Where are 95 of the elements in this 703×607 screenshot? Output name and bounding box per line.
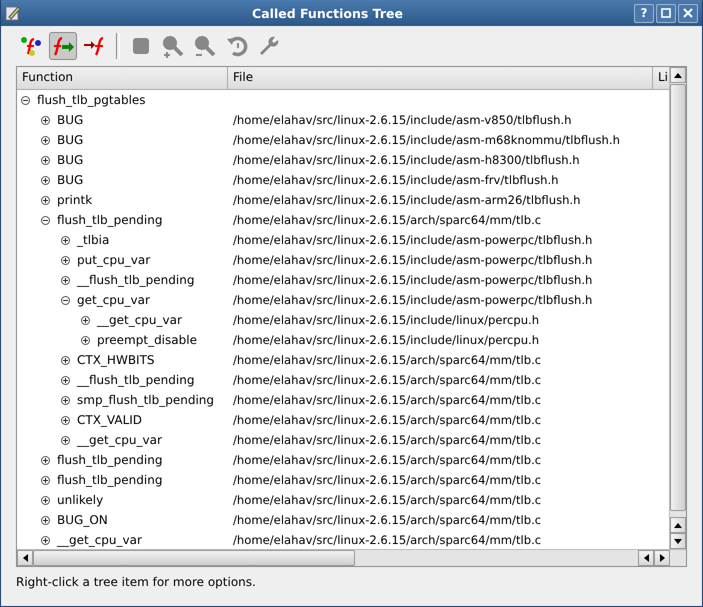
expand-icon[interactable] [41, 176, 50, 184]
file-path: /home/elahav/src/linux-2.6.15/arch/sparc64/mm/tlb.c [233, 373, 542, 387]
pencil-icon [5, 5, 21, 21]
function-name[interactable]: __flush_tlb_pending [77, 273, 194, 287]
function-name[interactable]: unlikely [57, 493, 104, 507]
file-path: /home/elahav/src/linux-2.6.15/arch/sparc64/mm/tlb.c [233, 353, 542, 367]
file-path: /home/elahav/src/linux-2.6.15/include/asm-powerpc/tlbflush.h [233, 293, 592, 307]
close-icon [683, 8, 693, 18]
scroll-right-button[interactable] [654, 550, 670, 566]
scroll-thumb[interactable] [670, 84, 686, 511]
file-path: /home/elahav/src/linux-2.6.15/include/asm-powerpc/tlbflush.h [233, 253, 592, 267]
scroll-down-button[interactable] [670, 533, 686, 549]
collapse-icon[interactable] [41, 216, 50, 224]
file-path: /home/elahav/src/linux-2.6.15/include/linux/percpu.h [233, 333, 540, 347]
collapse-icon[interactable] [21, 96, 30, 104]
file-path: /home/elahav/src/linux-2.6.15/include/asm-v850/tlbflush.h [233, 113, 572, 127]
scroll-thumb[interactable] [33, 550, 355, 566]
expand-icon[interactable] [61, 356, 70, 364]
function-name[interactable]: flush_tlb_pending [57, 473, 162, 487]
maximize-button[interactable] [656, 4, 676, 22]
function-name[interactable]: BUG [57, 133, 84, 147]
expand-icon[interactable] [41, 496, 50, 504]
function-name[interactable]: BUG [57, 153, 84, 167]
function-name[interactable]: smp_flush_tlb_pending [77, 393, 214, 407]
function-name[interactable]: BUG [57, 173, 84, 187]
up-triangle-icon [674, 522, 682, 528]
maximize-icon [661, 8, 671, 18]
function-name[interactable]: __get_cpu_var [97, 313, 182, 327]
function-name[interactable]: __get_cpu_var [77, 433, 162, 447]
function-name[interactable]: CTX_VALID [77, 413, 142, 427]
function-name[interactable]: put_cpu_var [77, 253, 150, 267]
file-path: /home/elahav/src/linux-2.6.15/arch/sparc64/mm/tlb.c [233, 393, 542, 407]
function-name[interactable]: printk [57, 193, 92, 207]
file-path: /home/elahav/src/linux-2.6.15/include/asm-frv/tlbflush.h [233, 173, 559, 187]
file-path: /home/elahav/src/linux-2.6.15/include/asm-h8300/tlbflush.h [233, 153, 580, 167]
left-triangle-icon [22, 554, 28, 562]
function-name[interactable]: _tlbia [77, 233, 110, 247]
expand-icon[interactable] [61, 276, 70, 284]
function-name[interactable]: flush_tlb_pgtables [37, 93, 146, 107]
column-header[interactable]: Function [17, 67, 228, 89]
file-path: /home/elahav/src/linux-2.6.15/arch/sparc64/mm/tlb.c [233, 413, 542, 427]
file-path: /home/elahav/src/linux-2.6.15/arch/sparc64/mm/tlb.c [233, 533, 542, 547]
file-path: /home/elahav/src/linux-2.6.15/include/asm-powerpc/tlbflush.h [233, 273, 592, 287]
file-path: /home/elahav/src/linux-2.6.15/include/asm-powerpc/tlbflush.h [233, 233, 592, 247]
function-name[interactable]: flush_tlb_pending [57, 213, 162, 227]
expand-icon[interactable] [41, 536, 50, 544]
function-name[interactable]: CTX_HWBITS [77, 353, 155, 367]
window-title: Called Functions Tree [251, 6, 404, 20]
function-name[interactable]: __flush_tlb_pending [77, 373, 194, 387]
vertical-scrollbar[interactable] [669, 67, 686, 549]
expand-icon[interactable] [41, 516, 50, 524]
file-path: /home/elahav/src/linux-2.6.15/arch/sparc64/mm/tlb.c [233, 513, 542, 527]
function-name[interactable]: preempt_disable [97, 333, 197, 347]
down-triangle-icon [674, 538, 682, 544]
expand-icon[interactable] [81, 316, 90, 324]
close-button[interactable] [678, 4, 698, 22]
horizontal-scrollbar[interactable] [17, 549, 686, 566]
expand-icon[interactable] [61, 416, 70, 424]
expand-icon[interactable] [61, 236, 70, 244]
function-name[interactable]: get_cpu_var [77, 293, 150, 307]
file-path: /home/elahav/src/linux-2.6.15/include/asm-arm26/tlbflush.h [233, 193, 581, 207]
column-header[interactable]: Li [653, 67, 669, 89]
function-name[interactable]: BUG [57, 113, 84, 127]
expand-icon[interactable] [81, 336, 90, 344]
file-path: /home/elahav/src/linux-2.6.15/include/asm-m68knommu/tlbflush.h [233, 133, 620, 147]
up-triangle-icon [674, 72, 682, 78]
file-path: /home/elahav/src/linux-2.6.15/arch/sparc64/mm/tlb.c [233, 453, 542, 467]
expand-icon[interactable] [61, 256, 70, 264]
function-name[interactable]: __get_cpu_var [57, 533, 142, 547]
expand-icon[interactable] [61, 436, 70, 444]
function-name[interactable]: BUG_ON [57, 513, 108, 527]
expand-icon[interactable] [61, 396, 70, 404]
scroll-up-button[interactable] [670, 517, 686, 533]
collapse-icon[interactable] [61, 296, 70, 304]
file-path: /home/elahav/src/linux-2.6.15/arch/sparc64/mm/tlb.c [233, 433, 542, 447]
expand-icon[interactable] [41, 476, 50, 484]
scroll-left-button[interactable] [638, 550, 654, 566]
scroll-up-button[interactable] [670, 67, 686, 83]
expand-icon[interactable] [61, 376, 70, 384]
function-name[interactable]: flush_tlb_pending [57, 453, 162, 467]
expand-icon[interactable] [41, 456, 50, 464]
expand-icon[interactable] [41, 156, 50, 164]
expand-icon[interactable] [41, 116, 50, 124]
status-text: Right-click a tree item for more options. [16, 574, 257, 589]
scroll-left-button[interactable] [17, 550, 33, 566]
left-triangle-icon [644, 554, 648, 562]
help-button[interactable]: ? [634, 4, 654, 22]
file-path: /home/elahav/src/linux-2.6.15/arch/sparc64/mm/tlb.c [233, 213, 542, 227]
expand-icon[interactable] [41, 196, 50, 204]
file-path: /home/elahav/src/linux-2.6.15/include/linux/percpu.h [233, 313, 540, 327]
column-header[interactable]: File [228, 67, 653, 89]
file-path: /home/elahav/src/linux-2.6.15/arch/sparc64/mm/tlb.c [233, 493, 542, 507]
expand-icon[interactable] [41, 136, 50, 144]
right-triangle-icon [660, 554, 664, 562]
file-path: /home/elahav/src/linux-2.6.15/arch/sparc64/mm/tlb.c [233, 473, 542, 487]
